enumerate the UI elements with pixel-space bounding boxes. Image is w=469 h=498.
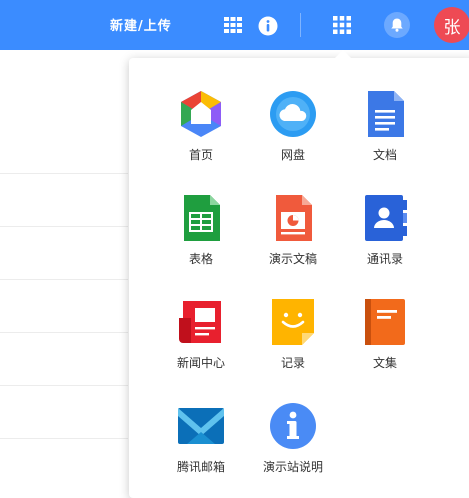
new-upload-button[interactable]: 新建/上传	[110, 15, 172, 34]
list-divider	[0, 226, 128, 227]
bell-icon	[391, 18, 403, 32]
contacts-icon	[365, 195, 407, 241]
mail-icon	[178, 408, 224, 444]
app-contacts[interactable]: 通讯录	[330, 194, 440, 267]
document-icon	[368, 91, 404, 137]
home-icon	[181, 91, 221, 137]
list-divider	[0, 438, 128, 439]
spreadsheet-icon	[184, 195, 220, 241]
cloud-drive-icon	[270, 91, 316, 137]
notifications-button[interactable]	[384, 12, 410, 38]
top-bar: 新建/上传 张	[0, 0, 469, 50]
list-divider	[0, 279, 128, 280]
list-divider	[0, 332, 128, 333]
apps-panel: 首页 网盘 文档 表格 演示文稿 通讯录 新闻中心 记录 文集 腾讯邮箱 演示站…	[129, 58, 469, 498]
app-collection[interactable]: 文集	[330, 298, 440, 371]
app-document[interactable]: 文档	[330, 90, 440, 163]
apps-menu-icon[interactable]	[333, 16, 351, 34]
news-icon	[179, 301, 221, 343]
collection-book-icon	[365, 299, 405, 345]
list-divider	[0, 385, 128, 386]
notes-icon	[272, 299, 314, 345]
presentation-icon	[276, 195, 312, 241]
info-icon	[270, 403, 316, 449]
grid-view-icon[interactable]	[224, 17, 242, 33]
app-label: 文集	[372, 356, 397, 370]
info-icon[interactable]	[258, 16, 278, 36]
panel-pointer	[335, 50, 351, 58]
app-label: 通讯录	[366, 252, 403, 266]
app-label: 文档	[372, 148, 397, 162]
toolbar-divider	[300, 13, 301, 37]
app-demo-info[interactable]: 演示站说明	[238, 402, 348, 475]
app-label: 演示站说明	[262, 460, 323, 474]
list-divider	[0, 173, 128, 174]
avatar[interactable]: 张	[434, 7, 469, 43]
